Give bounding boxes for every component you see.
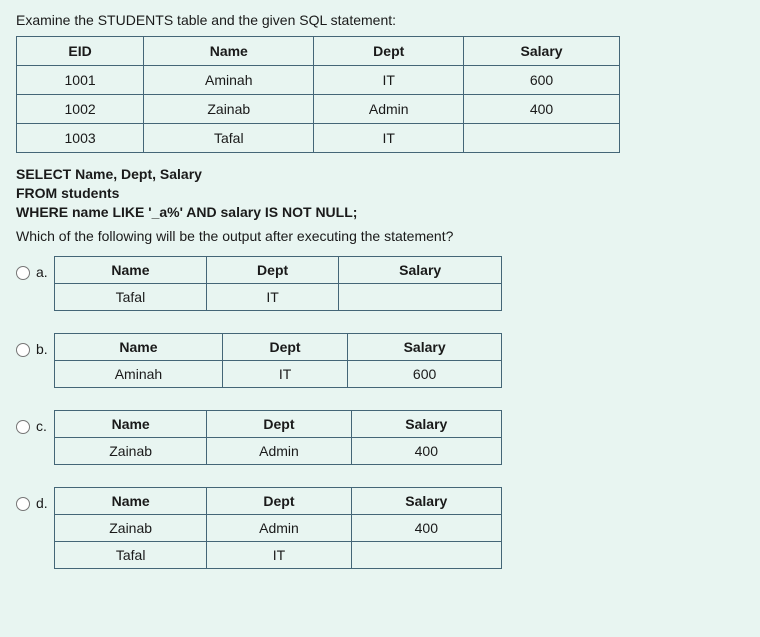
col-eid: EID [17,37,144,66]
option-c-table: Name Dept Salary Zainab Admin 400 [54,410,502,465]
table-row: 1001 Aminah IT 600 [17,66,620,95]
option-d: d. Name Dept Salary Zainab Admin 400 Taf… [16,487,744,581]
option-c: c. Name Dept Salary Zainab Admin 400 [16,410,744,477]
options-container: a. Name Dept Salary Tafal IT b. Name Dep… [16,256,744,581]
radio-c[interactable] [16,420,30,434]
table-header-row: EID Name Dept Salary [17,37,620,66]
table-row: 1002 Zainab Admin 400 [17,95,620,124]
question-text: Which of the following will be the outpu… [16,228,744,244]
option-a-label: a. [36,256,54,280]
students-table: EID Name Dept Salary 1001 Aminah IT 600 … [16,36,620,153]
option-b-table: Name Dept Salary Aminah IT 600 [54,333,502,388]
table-row: Zainab Admin 400 [55,437,502,464]
sql-statement: SELECT Name, Dept, Salary FROM students … [16,165,744,222]
radio-a[interactable] [16,266,30,280]
option-b-label: b. [36,333,54,357]
option-a-table: Name Dept Salary Tafal IT [54,256,502,311]
table-row: Tafal IT [55,283,502,310]
table-row: Aminah IT 600 [55,360,502,387]
option-b: b. Name Dept Salary Aminah IT 600 [16,333,744,400]
option-d-table: Name Dept Salary Zainab Admin 400 Tafal … [54,487,502,569]
col-name: Name [144,37,314,66]
table-row: Zainab Admin 400 [55,514,502,541]
option-d-label: d. [36,487,54,511]
option-c-label: c. [36,410,54,434]
sql-line: SELECT Name, Dept, Salary [16,165,744,184]
sql-line: WHERE name LIKE '_a%' AND salary IS NOT … [16,203,744,222]
col-dept: Dept [314,37,464,66]
radio-b[interactable] [16,343,30,357]
radio-d[interactable] [16,497,30,511]
col-salary: Salary [464,37,620,66]
table-row: Tafal IT [55,541,502,568]
sql-line: FROM students [16,184,744,203]
table-row: 1003 Tafal IT [17,124,620,153]
option-a: a. Name Dept Salary Tafal IT [16,256,744,323]
intro-text: Examine the STUDENTS table and the given… [16,12,744,28]
